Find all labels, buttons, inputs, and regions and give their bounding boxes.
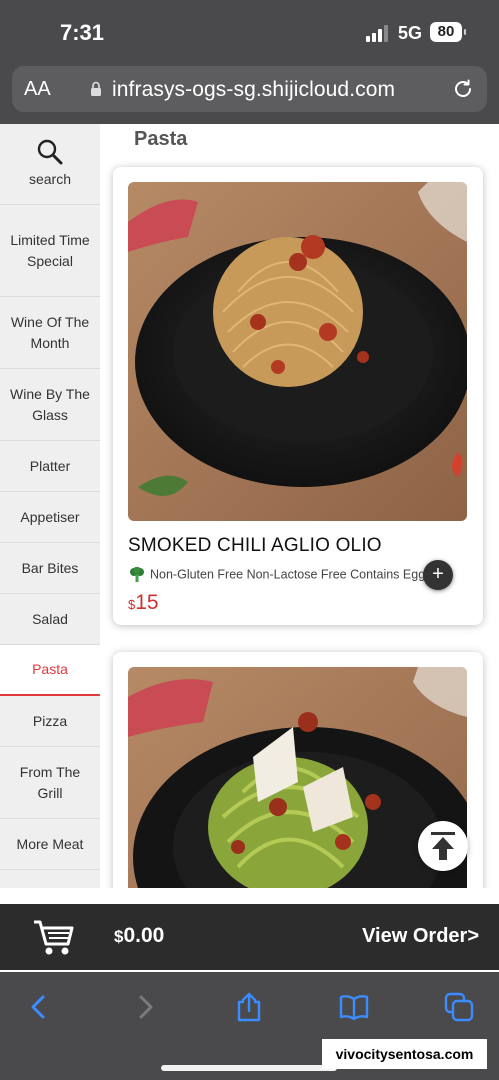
clock: 7:31 [60, 20, 105, 45]
aa-label: AA [24, 78, 51, 100]
sidebar-item-wine-by-the-glass[interactable]: Wine By The Glass [0, 369, 100, 441]
browser-address-area: AA infrasys-ogs-sg.shijicloud.com [0, 62, 499, 124]
menu-item-card[interactable]: SMOKED CHILI AGLIO OLIO Non-Gluten Free … [113, 167, 483, 625]
sidebar-item-from-the-grill[interactable]: From The Grill [0, 747, 100, 819]
dietary-info: Non-Gluten Free Non-Lactose Free Contain… [128, 567, 428, 587]
address-bar[interactable]: AA infrasys-ogs-sg.shijicloud.com [12, 66, 487, 112]
broccoli-icon [130, 567, 144, 582]
item-name: SMOKED CHILI AGLIO OLIO [128, 535, 382, 556]
signal-icon [366, 24, 390, 42]
section-title: Pasta [134, 128, 188, 150]
scroll-to-top-button[interactable] [418, 821, 468, 871]
share-icon[interactable] [234, 992, 264, 1022]
arrow-up-icon [431, 832, 455, 860]
total-value: 0.00 [123, 924, 165, 947]
add-to-order-button[interactable]: + [423, 560, 453, 590]
url-text: infrasys-ogs-sg.shijicloud.com [112, 78, 396, 101]
reload-icon[interactable] [452, 78, 474, 100]
sidebar-item-pasta[interactable]: Pasta [0, 645, 100, 696]
price-value: 15 [135, 591, 159, 614]
sidebar-item-appetiser[interactable]: Appetiser [0, 492, 100, 543]
forward-icon[interactable] [130, 992, 160, 1022]
sidebar-item-more-meat[interactable]: More Meat [0, 819, 100, 870]
lock-icon [91, 81, 101, 96]
reader-settings-button[interactable]: AA [24, 78, 51, 101]
dish-photo [128, 182, 467, 521]
sidebar-item-limited-time-special[interactable]: Limited Time Special [0, 205, 100, 297]
dish-photo [128, 667, 467, 888]
search-icon [37, 139, 63, 165]
search-label: search [28, 171, 72, 187]
cart-icon[interactable] [32, 918, 74, 956]
order-bar: $0.00 View Order> [0, 904, 499, 970]
status-bar: 7:31 5G 80 [0, 0, 499, 62]
item-price: $15 [128, 591, 159, 615]
category-sidebar: search Limited Time Special Wine Of The … [0, 124, 100, 888]
back-icon[interactable] [24, 992, 54, 1022]
sidebar-item-platter[interactable]: Platter [0, 441, 100, 492]
tabs-icon[interactable] [444, 992, 474, 1022]
menu-content: Pasta SMOKED CHILI AGLIO OLIO Non-Gluten… [100, 124, 499, 888]
bookmarks-icon[interactable] [339, 992, 369, 1022]
network-type: 5G [398, 23, 423, 43]
sidebar-item-pizza[interactable]: Pizza [0, 696, 100, 747]
sidebar-item-salad[interactable]: Salad [0, 594, 100, 645]
view-order-button[interactable]: View Order> [362, 925, 479, 948]
sidebar-item-seafood[interactable]: Seafood [0, 870, 100, 888]
dietary-text: Non-Gluten Free Non-Lactose Free Contain… [150, 567, 426, 582]
sidebar-search[interactable]: search [0, 124, 100, 205]
home-indicator [161, 1065, 337, 1071]
order-total: $0.00 [114, 924, 164, 948]
battery-icon: 80 [430, 22, 466, 42]
sidebar-item-wine-of-the-month[interactable]: Wine Of The Month [0, 297, 100, 369]
sidebar-item-bar-bites[interactable]: Bar Bites [0, 543, 100, 594]
watermark: vivocitysentosa.com [322, 1039, 487, 1069]
